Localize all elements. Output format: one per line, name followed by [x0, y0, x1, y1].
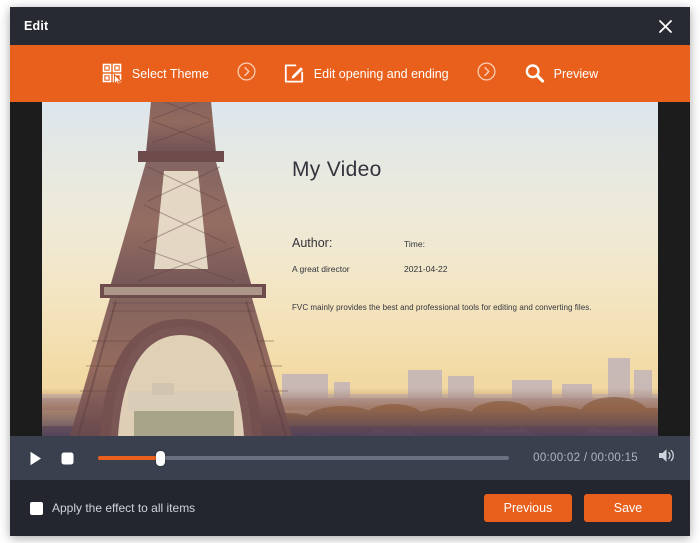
- previous-button[interactable]: Previous: [484, 494, 572, 522]
- volume-icon: [658, 448, 675, 468]
- edit-dialog-window: Edit Select Theme Edit opening and endin…: [10, 7, 690, 536]
- stop-icon: [61, 452, 74, 465]
- theme-grid-icon: [102, 63, 123, 84]
- select-theme-button[interactable]: Select Theme: [96, 63, 215, 84]
- total-time: 00:00:15: [590, 452, 638, 464]
- video-description: FVC mainly provides the best and profess…: [292, 303, 592, 312]
- video-title: My Video: [292, 158, 382, 181]
- seek-slider[interactable]: [98, 447, 510, 469]
- select-theme-label: Select Theme: [131, 66, 209, 81]
- eiffel-tower-graphic: [70, 102, 292, 436]
- video-frame: My Video Author: Time: A great director …: [42, 102, 658, 436]
- video-text-overlay: My Video Author: Time: A great director …: [292, 158, 622, 312]
- seek-handle[interactable]: [155, 450, 165, 466]
- chevron-right-circle-icon: [237, 61, 256, 86]
- title-bar: Edit: [10, 7, 690, 45]
- toolbar-separator-1: [215, 61, 278, 86]
- dialog-footer: Apply the effect to all items Previous S…: [10, 480, 690, 536]
- footer-button-group: Previous Save: [484, 494, 672, 522]
- preview-button[interactable]: Preview: [518, 63, 604, 84]
- time-value: 2021-04-22: [404, 264, 448, 274]
- close-icon[interactable]: [652, 13, 678, 39]
- seek-fill: [98, 456, 160, 460]
- save-button[interactable]: Save: [584, 494, 672, 522]
- author-label: Author:: [292, 236, 333, 250]
- magnifier-icon: [524, 63, 545, 84]
- preview-label: Preview: [553, 66, 599, 81]
- toolbar-separator-2: [455, 61, 518, 86]
- video-preview-stage: My Video Author: Time: A great director …: [10, 102, 690, 436]
- play-button[interactable]: [24, 447, 46, 469]
- player-control-bar: 00:00:02 / 00:00:15: [10, 436, 690, 480]
- time-display: 00:00:02 / 00:00:15: [533, 452, 638, 464]
- edit-opening-ending-button[interactable]: Edit opening and ending: [278, 63, 455, 84]
- checkbox-box[interactable]: [30, 501, 43, 515]
- edit-toolbar: Select Theme Edit opening and ending Pre…: [10, 45, 690, 102]
- current-time: 00:00:02: [533, 452, 581, 464]
- video-meta-values: A great director 2021-04-22: [292, 259, 622, 277]
- chevron-right-circle-icon: [477, 61, 496, 86]
- video-meta-labels: Author: Time:: [292, 234, 622, 252]
- stop-button[interactable]: [56, 447, 78, 469]
- author-value: A great director: [292, 264, 350, 274]
- time-separator: /: [583, 452, 588, 464]
- pencil-square-icon: [284, 63, 305, 84]
- apply-to-all-label: Apply the effect to all items: [52, 501, 196, 515]
- window-title: Edit: [24, 19, 49, 33]
- edit-opening-ending-label: Edit opening and ending: [313, 66, 449, 81]
- apply-to-all-checkbox[interactable]: Apply the effect to all items: [30, 501, 195, 515]
- play-icon: [29, 451, 42, 466]
- volume-button[interactable]: [656, 448, 676, 468]
- time-label: Time:: [404, 239, 425, 249]
